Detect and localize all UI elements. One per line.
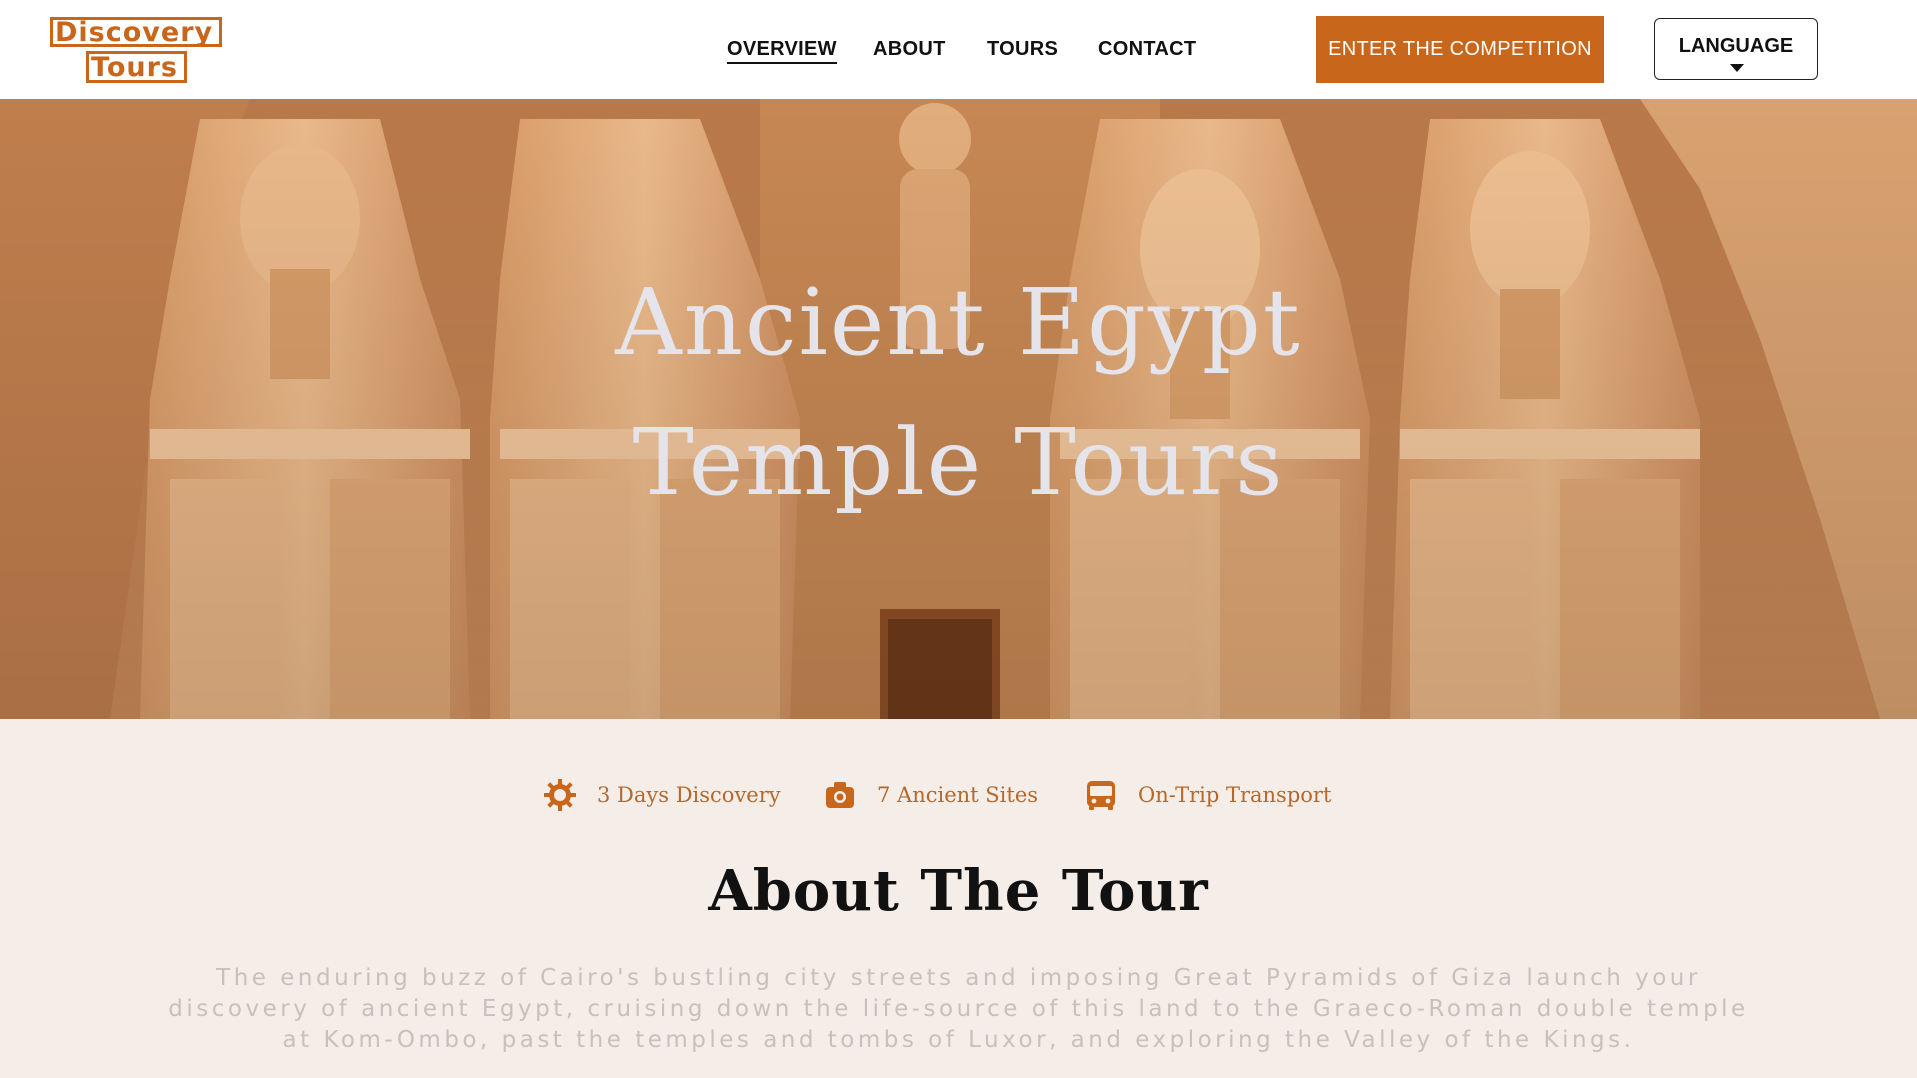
hero-title-line-2: Temple Tours bbox=[632, 409, 1285, 516]
bus-icon bbox=[1084, 778, 1118, 812]
hero-banner: Ancient Egypt Temple Tours bbox=[0, 99, 1917, 719]
feature-days-label: 3 Days Discovery bbox=[597, 783, 781, 807]
nav-contact[interactable]: CONTACT bbox=[1098, 38, 1196, 61]
tour-features: 3 Days Discovery 7 Ancient Sites On-Trip bbox=[0, 778, 1917, 828]
feature-transport: On-Trip Transport bbox=[1084, 778, 1331, 812]
enter-competition-button[interactable]: ENTER THE COMPETITION bbox=[1316, 16, 1604, 83]
logo-line-1: Discovery bbox=[50, 17, 223, 47]
site-logo[interactable]: Discovery Tours bbox=[50, 17, 230, 85]
hero-title-line-1: Ancient Egypt bbox=[615, 269, 1302, 376]
logo-line-2: Tours bbox=[86, 51, 187, 83]
feature-transport-label: On-Trip Transport bbox=[1138, 783, 1332, 807]
feature-days: 3 Days Discovery bbox=[543, 778, 781, 812]
nav-about[interactable]: ABOUT bbox=[873, 38, 946, 61]
feature-sites: 7 Ancient Sites bbox=[823, 778, 1038, 812]
language-label: LANGUAGE bbox=[1678, 34, 1794, 57]
nav-overview[interactable]: OVERVIEW bbox=[727, 38, 837, 64]
sun-icon bbox=[543, 778, 577, 812]
feature-sites-label: 7 Ancient Sites bbox=[877, 783, 1039, 807]
caret-down-icon bbox=[1730, 64, 1744, 72]
about-description: The enduring buzz of Cairo's bustling ci… bbox=[168, 965, 1749, 1053]
about-title: About The Tour bbox=[708, 858, 1209, 924]
nav-tours[interactable]: TOURS bbox=[987, 38, 1058, 61]
language-dropdown[interactable]: LANGUAGE bbox=[1654, 18, 1818, 80]
camera-icon bbox=[823, 778, 857, 812]
site-header: Discovery Tours OVERVIEW ABOUT TOURS CON… bbox=[0, 0, 1917, 99]
